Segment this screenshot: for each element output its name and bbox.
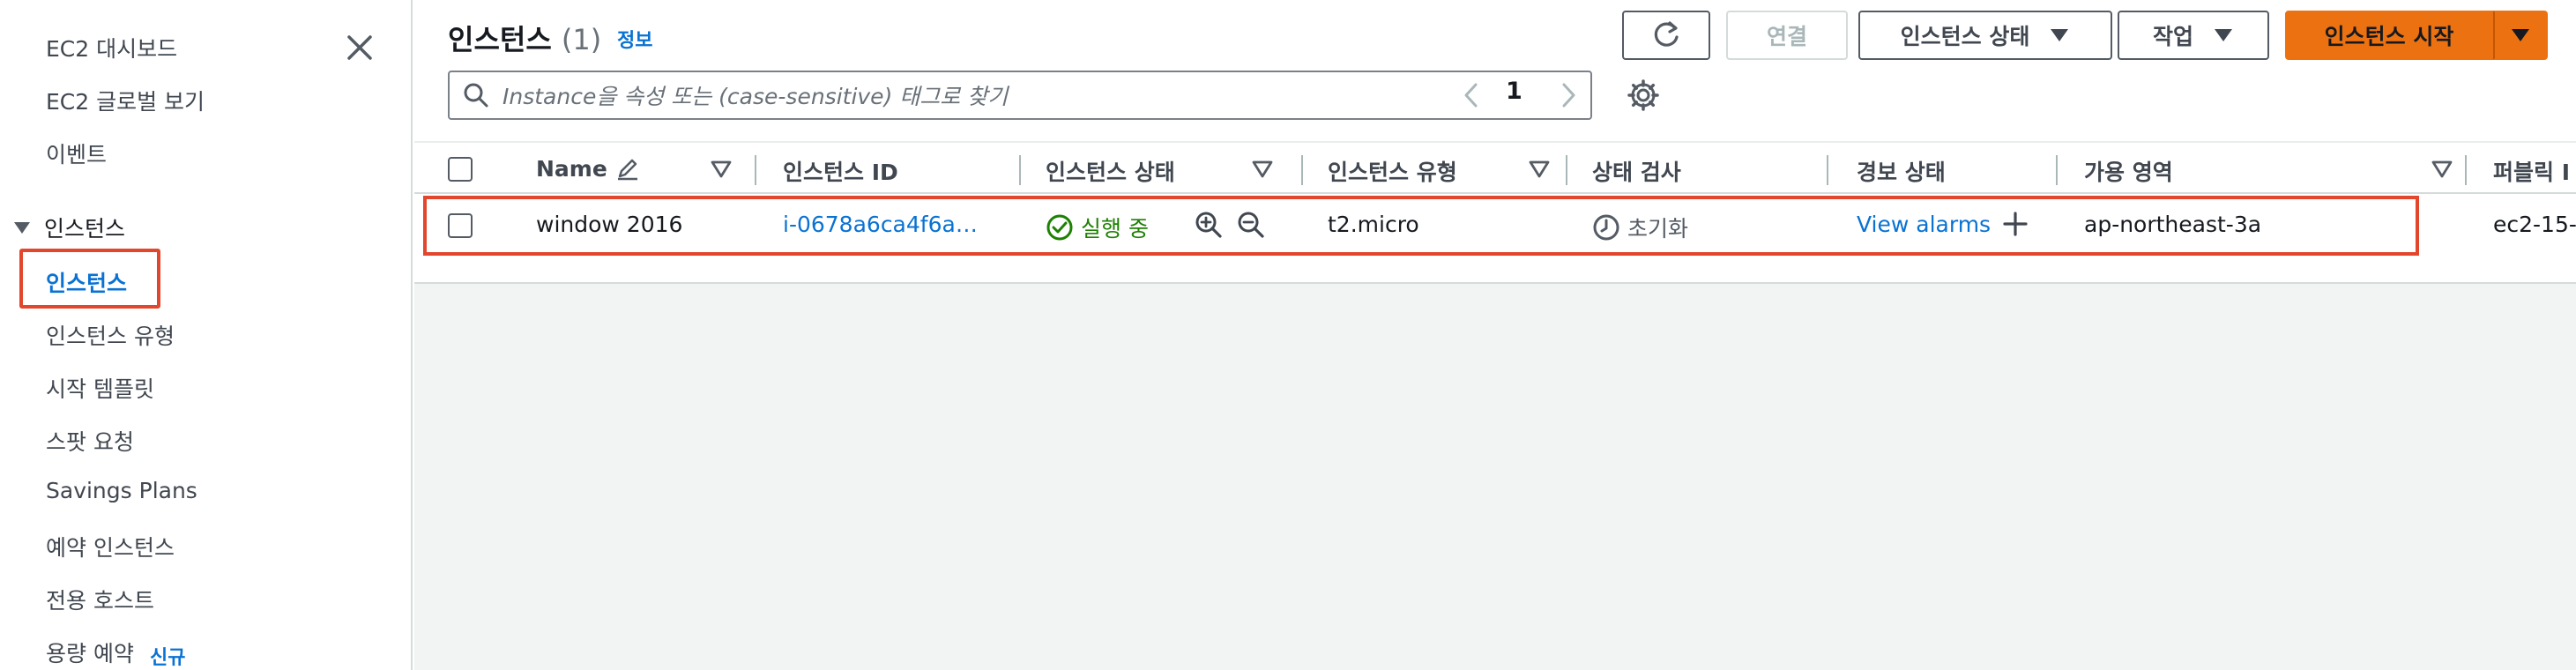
check-circle-icon <box>1046 214 1073 241</box>
column-header-name[interactable]: Name <box>536 155 641 182</box>
column-header-instance-state[interactable]: 인스턴스 상태 <box>1046 155 1175 187</box>
cell-public-dns: ec2-15- <box>2493 212 2576 237</box>
page-title: 인스턴스 (1) <box>448 18 601 58</box>
chevron-right-icon <box>1562 83 1575 108</box>
sidebar: EC2 대시보드 EC2 글로벌 보기 이벤트 인스턴스 인스턴스 인스턴스 유… <box>0 0 413 670</box>
page-title-text: 인스턴스 <box>448 23 552 56</box>
cell-instance-type: t2.micro <box>1328 212 1419 237</box>
main-content: 인스턴스 (1) 정보 연결 인스턴스 상태 작업 인스턴스 시작 Instan… <box>414 0 2576 670</box>
column-divider <box>1566 155 1567 185</box>
sidebar-item-savings-plans[interactable]: Savings Plans <box>46 478 197 503</box>
caret-down-icon <box>2215 29 2232 41</box>
table-header: Name 인스턴스 ID 인스턴스 상태 인스턴스 유형 상태 검사 경보 상태… <box>414 141 2576 194</box>
caret-down-icon <box>2512 29 2529 41</box>
previous-page-button[interactable] <box>1458 74 1485 116</box>
sidebar-item-events[interactable]: 이벤트 <box>46 138 107 169</box>
instance-state-label: 인스턴스 상태 <box>1900 24 2030 49</box>
settings-icon[interactable] <box>1626 78 1661 113</box>
plus-icon[interactable] <box>2001 210 2029 238</box>
actions-label: 작업 <box>2152 24 2193 49</box>
zoom-in-icon[interactable] <box>1194 210 1224 240</box>
info-link[interactable]: 정보 <box>617 25 652 53</box>
sidebar-item-instance-types[interactable]: 인스턴스 유형 <box>46 319 175 351</box>
sort-icon[interactable] <box>1527 157 1552 182</box>
cell-instance-id[interactable]: i-0678a6ca4f6a… <box>783 212 978 237</box>
actions-button[interactable]: 작업 <box>2118 11 2269 60</box>
search-input[interactable]: Instance을 속성 또는 (case-sensitive) 태그로 찾기 <box>448 71 1592 120</box>
cell-instance-state: 실행 중 <box>1046 212 1149 243</box>
column-header-status-check[interactable]: 상태 검사 <box>1592 155 1681 187</box>
new-badge: 신규 <box>150 642 185 670</box>
cell-status-check: 초기화 <box>1592 212 1688 243</box>
next-page-button[interactable] <box>1555 74 1582 116</box>
chevron-left-icon <box>1464 83 1478 108</box>
column-header-availability-zone[interactable]: 가용 영역 <box>2084 155 2173 187</box>
launch-instances-button[interactable]: 인스턴스 시작 <box>2285 11 2493 60</box>
sidebar-item-instances[interactable]: 인스턴스 <box>46 266 127 298</box>
sidebar-item-spot-requests[interactable]: 스팟 요청 <box>46 425 134 457</box>
sidebar-item-ec2-global-view[interactable]: EC2 글로벌 보기 <box>46 85 205 116</box>
column-divider <box>2056 155 2058 185</box>
view-alarms-link[interactable]: View alarms <box>1857 212 1991 237</box>
sidebar-item-ec2-dashboard[interactable]: EC2 대시보드 <box>46 32 177 63</box>
sidebar-section-instances[interactable]: 인스턴스 <box>12 212 125 243</box>
search-placeholder: Instance을 속성 또는 (case-sensitive) 태그로 찾기 <box>503 84 1009 109</box>
sidebar-item-dedicated-hosts[interactable]: 전용 호스트 <box>46 584 154 615</box>
sort-icon[interactable] <box>2430 157 2454 182</box>
clock-icon <box>1593 214 1619 241</box>
close-icon[interactable] <box>344 32 376 63</box>
column-divider <box>755 155 756 185</box>
column-header-instance-id[interactable]: 인스턴스 ID <box>783 155 898 187</box>
column-header-alarm-status[interactable]: 경보 상태 <box>1857 155 1946 187</box>
sort-icon[interactable] <box>709 157 733 182</box>
column-divider <box>2465 155 2467 185</box>
refresh-button[interactable] <box>1622 11 1710 60</box>
instances-panel: 인스턴스 (1) 정보 연결 인스턴스 상태 작업 인스턴스 시작 Instan… <box>414 0 2576 284</box>
edit-icon <box>617 159 637 181</box>
column-label-name: Name <box>536 155 607 182</box>
status-check-text: 초기화 <box>1627 216 1689 242</box>
select-all-checkbox[interactable] <box>448 157 473 182</box>
sidebar-item-capacity-reservations[interactable]: 용량 예약 <box>46 636 134 668</box>
instance-count: (1) <box>561 23 602 56</box>
sort-icon[interactable] <box>1250 157 1275 182</box>
column-divider <box>1827 155 1828 185</box>
search-icon <box>464 83 488 108</box>
sidebar-item-reserved-instances[interactable]: 예약 인스턴스 <box>46 531 175 562</box>
launch-instances-dropdown[interactable] <box>2493 11 2548 60</box>
instance-state-button[interactable]: 인스턴스 상태 <box>1858 11 2112 60</box>
launch-instances-label: 인스턴스 시작 <box>2324 24 2454 49</box>
current-page[interactable]: 1 <box>1506 78 1523 105</box>
sidebar-section-label: 인스턴스 <box>44 216 126 242</box>
instance-state-text: 실행 중 <box>1081 216 1149 242</box>
cell-name: window 2016 <box>536 212 683 237</box>
connect-label: 연결 <box>1766 24 1807 49</box>
caret-down-icon <box>2051 29 2069 41</box>
column-divider <box>1019 155 1021 185</box>
caret-down-icon <box>14 222 30 234</box>
sidebar-item-launch-templates[interactable]: 시작 템플릿 <box>46 372 154 404</box>
column-header-public-ipv4-dns[interactable]: 퍼블릭 I <box>2493 155 2570 187</box>
cell-availability-zone: ap-northeast-3a <box>2084 212 2262 237</box>
row-checkbox[interactable] <box>448 213 473 238</box>
column-header-instance-type[interactable]: 인스턴스 유형 <box>1328 155 1457 187</box>
zoom-out-icon[interactable] <box>1236 210 1266 240</box>
table-row[interactable]: window 2016 i-0678a6ca4f6a… 실행 중 t2.micr… <box>414 196 2576 280</box>
column-divider <box>1301 155 1303 185</box>
connect-button[interactable]: 연결 <box>1726 11 1848 60</box>
refresh-icon <box>1654 21 1679 47</box>
